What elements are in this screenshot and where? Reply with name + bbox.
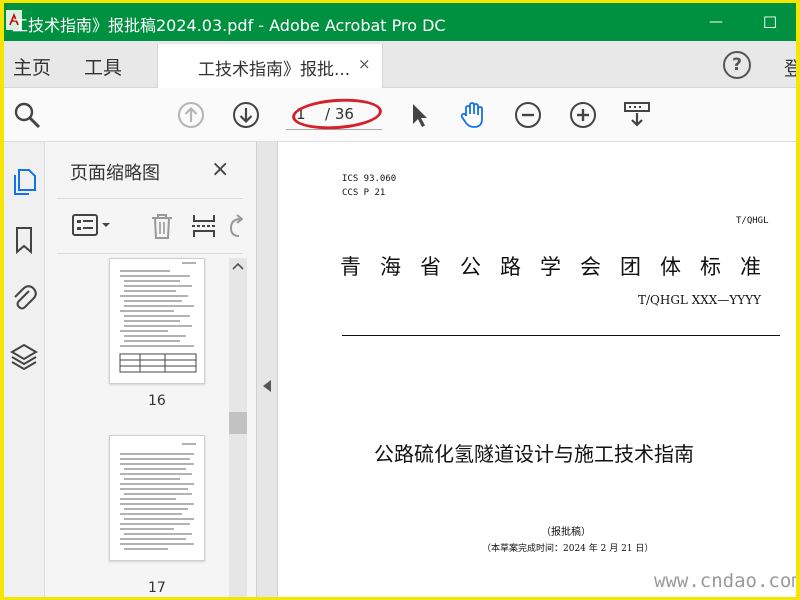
bookmark-icon[interactable] (9, 225, 39, 255)
thumbnails-scrollbar[interactable] (229, 258, 247, 597)
zoom-search-icon[interactable] (12, 100, 42, 130)
org-code: T/QHGL (736, 216, 769, 226)
options-menu-icon[interactable] (71, 213, 115, 239)
zoom-out-icon[interactable] (513, 100, 543, 130)
thumbnail-content (119, 262, 197, 373)
tab-home[interactable]: 主页 (13, 53, 51, 80)
panel-title: 页面缩略图 (70, 163, 160, 184)
standard-number: T/QHGL XXX—YYYY (638, 293, 762, 307)
ics-code: ICS 93.060 (342, 174, 397, 184)
delete-page-icon[interactable] (147, 211, 177, 241)
thumbnail-content (120, 443, 196, 550)
select-cursor-icon[interactable] (404, 100, 434, 130)
sign-in-button[interactable]: 登 (784, 54, 796, 81)
maximize-icon: ☐ (762, 12, 778, 32)
horizontal-rule (342, 335, 780, 336)
close-panel-icon[interactable]: × (211, 157, 229, 182)
scroll-up-icon[interactable] (232, 262, 244, 270)
page-thumbnails-icon[interactable] (9, 166, 39, 196)
page-thumbnails-panel: 页面缩略图 × 16 17 (45, 142, 256, 597)
minimize-icon: — (709, 14, 723, 30)
watermark-text: www.cndao.com (654, 570, 796, 592)
thumbnail-page-number: 17 (148, 580, 166, 596)
minimize-button[interactable]: — (698, 7, 734, 37)
hand-tool-icon[interactable] (458, 100, 488, 130)
rotate-page-icon[interactable] (227, 211, 243, 241)
thumbnail-page-16[interactable] (109, 258, 205, 384)
scroll-mode-icon[interactable] (622, 100, 652, 130)
title-bar: 工技术指南》报批稿2024.03.pdf - Adobe Acrobat Pro… (4, 3, 796, 41)
tab-document[interactable]: 工技术指南》报批... × (157, 44, 383, 88)
zoom-in-icon[interactable] (568, 100, 598, 130)
maximize-button[interactable]: ☐ (752, 7, 788, 37)
navigation-pane (4, 142, 45, 597)
draft-status: （报批稿） (541, 527, 591, 538)
attachment-icon[interactable] (9, 282, 39, 312)
help-button[interactable]: ? (723, 51, 751, 79)
ccs-code: CCS P 21 (342, 188, 386, 198)
prev-page-icon[interactable] (176, 100, 206, 130)
document-tab-label: 工技术指南》报批... (198, 60, 351, 80)
main-toolbar: 1 / 36 (4, 88, 796, 142)
close-tab-icon[interactable]: × (358, 55, 371, 73)
acrobat-window: 工技术指南》报批稿2024.03.pdf - Adobe Acrobat Pro… (4, 3, 796, 597)
insert-page-icon[interactable] (189, 211, 219, 241)
standard-title: 青海省公路学会团体标准 (340, 255, 780, 279)
document-main-title: 公路硫化氢隧道设计与施工技术指南 (374, 442, 694, 466)
completion-date: （本草案完成时间：2024 年 2 月 21 日） (482, 544, 654, 554)
window-title: 工技术指南》报批稿2024.03.pdf - Adobe Acrobat Pro… (12, 16, 446, 35)
tab-bar: 主页 工具 工技术指南》报批... × ? 登 (4, 41, 796, 88)
tab-tools[interactable]: 工具 (84, 53, 122, 80)
scrollbar-thumb[interactable] (229, 412, 247, 434)
collapse-panel-handle[interactable] (256, 142, 278, 597)
layers-icon[interactable] (9, 341, 39, 371)
thumbnails-toolbar (57, 198, 243, 254)
next-page-icon[interactable] (231, 100, 261, 130)
thumbnail-page-17[interactable] (109, 435, 205, 561)
thumbnail-page-number: 16 (148, 393, 166, 409)
collapse-arrow-icon (263, 380, 271, 392)
document-page: ICS 93.060 CCS P 21 T/QHGL 青海省公路学会团体标准 T… (278, 142, 796, 597)
